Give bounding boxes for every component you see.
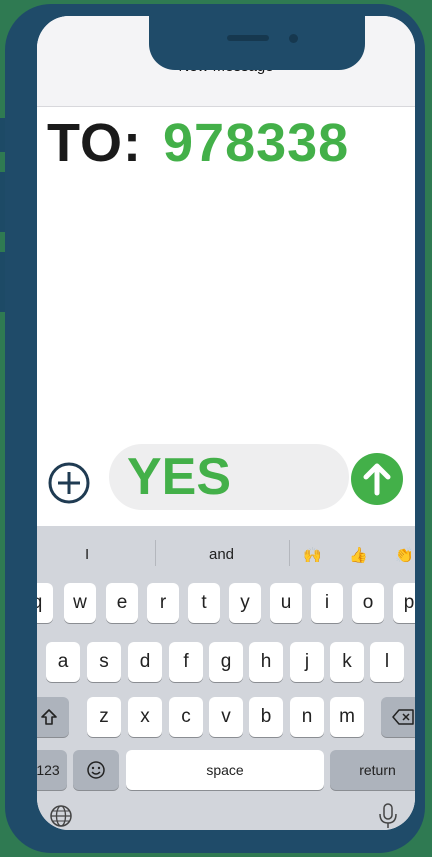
key-s[interactable]: s xyxy=(87,642,121,682)
key-e[interactable]: e xyxy=(106,583,138,623)
key-l[interactable]: l xyxy=(370,642,404,682)
key-c[interactable]: c xyxy=(169,697,203,737)
suggestion-item[interactable]: and xyxy=(209,546,234,563)
speaker-grille xyxy=(227,35,269,41)
shift-key[interactable] xyxy=(37,697,69,737)
suggestion-item[interactable]: 👍 xyxy=(349,546,368,564)
numbers-key[interactable]: 123 xyxy=(37,750,67,790)
key-x[interactable]: x xyxy=(128,697,162,737)
globe-icon[interactable] xyxy=(49,804,73,828)
front-camera xyxy=(289,34,298,43)
key-w[interactable]: w xyxy=(64,583,96,623)
recipient-label: TO: xyxy=(47,113,142,173)
key-r[interactable]: r xyxy=(147,583,179,623)
return-key[interactable]: return xyxy=(330,750,415,790)
recipient-number[interactable]: 978338 xyxy=(163,112,349,174)
plus-circle-icon[interactable] xyxy=(47,461,91,505)
key-o[interactable]: o xyxy=(352,583,384,623)
key-u[interactable]: u xyxy=(270,583,302,623)
key-h[interactable]: h xyxy=(249,642,283,682)
key-v[interactable]: v xyxy=(209,697,243,737)
backspace-icon xyxy=(392,709,414,725)
phone-screen: New Message TO: 978338 YES I and 🙌 👍 👏 xyxy=(37,16,415,830)
key-i[interactable]: i xyxy=(311,583,343,623)
key-y[interactable]: y xyxy=(229,583,261,623)
key-b[interactable]: b xyxy=(249,697,283,737)
key-t[interactable]: t xyxy=(188,583,220,623)
emoji-key[interactable] xyxy=(73,750,119,790)
suggestion-item[interactable]: 🙌 xyxy=(303,546,322,564)
key-z[interactable]: z xyxy=(87,697,121,737)
key-m[interactable]: m xyxy=(330,697,364,737)
shift-icon xyxy=(41,709,57,725)
key-p[interactable]: p xyxy=(393,583,415,623)
arrow-up-icon[interactable] xyxy=(351,453,403,505)
key-f[interactable]: f xyxy=(169,642,203,682)
key-a[interactable]: a xyxy=(46,642,80,682)
space-key[interactable]: space xyxy=(126,750,324,790)
message-input[interactable]: YES xyxy=(109,444,349,510)
key-d[interactable]: d xyxy=(128,642,162,682)
keyboard: I and 🙌 👍 👏 q w e r t y u i o p a s d f … xyxy=(37,526,415,830)
phone-frame: New Message TO: 978338 YES I and 🙌 👍 👏 xyxy=(5,4,425,853)
key-g[interactable]: g xyxy=(209,642,243,682)
suggestion-item[interactable]: 👏 xyxy=(395,546,414,564)
key-q[interactable]: q xyxy=(37,583,53,623)
suggestion-divider xyxy=(155,540,156,566)
message-text: YES xyxy=(127,448,232,506)
emoji-icon xyxy=(87,761,105,779)
microphone-icon[interactable] xyxy=(378,802,398,830)
key-n[interactable]: n xyxy=(290,697,324,737)
key-j[interactable]: j xyxy=(290,642,324,682)
suggestion-item[interactable]: I xyxy=(85,546,89,563)
key-k[interactable]: k xyxy=(330,642,364,682)
suggestion-divider xyxy=(289,540,290,566)
delete-key[interactable] xyxy=(381,697,415,737)
notch xyxy=(149,16,365,70)
